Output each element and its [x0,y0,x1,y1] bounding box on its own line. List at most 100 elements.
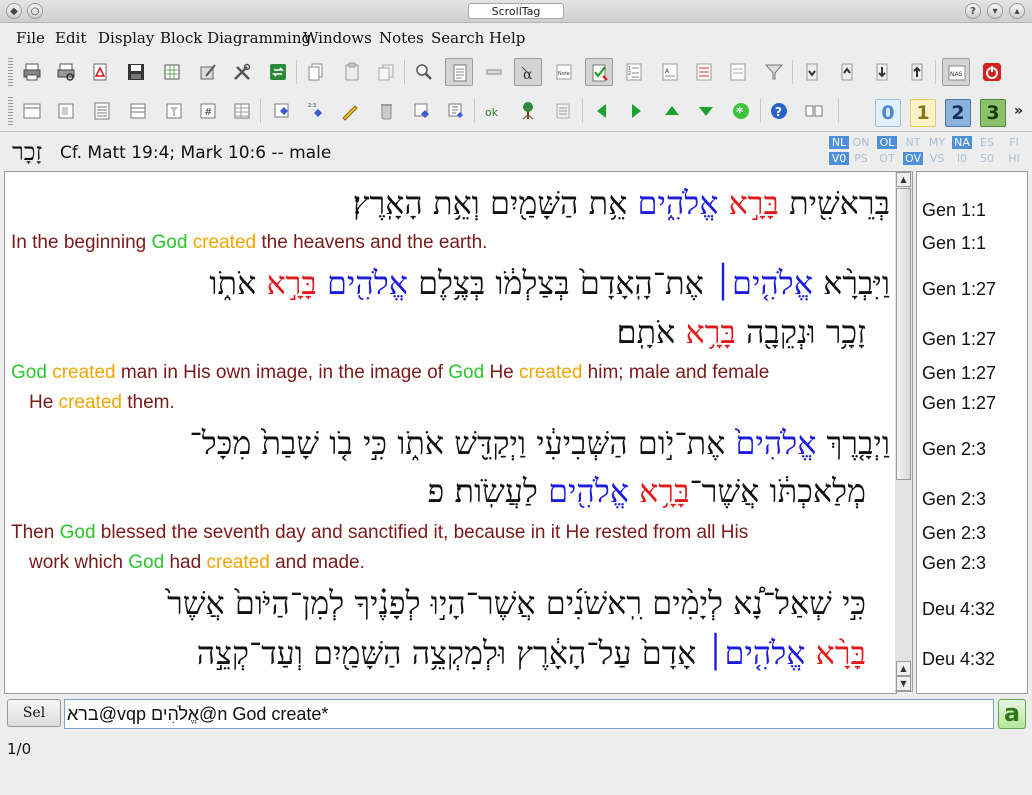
scroll-up-icon[interactable]: ▲ [896,661,911,676]
flag-ps[interactable]: PS [851,152,871,165]
book-icon[interactable] [800,97,828,125]
flag-s0[interactable]: S0 [977,152,997,165]
print-icon[interactable] [18,58,46,86]
page-icon[interactable] [724,58,752,86]
menu-file[interactable]: File [16,29,45,47]
alphabet-icon[interactable]: A [656,58,684,86]
nas-icon[interactable]: NAS [942,58,970,86]
spreadsheet-icon[interactable] [158,58,186,86]
scroll-down-icon[interactable]: ▼ [896,676,911,691]
search-go-button[interactable]: a [998,699,1026,729]
asterisk-icon[interactable]: * [727,97,755,125]
verse-ref[interactable]: Gen 2:3 [922,489,986,510]
elohim-word[interactable]: אֱלֹהִ֑ים [637,184,718,222]
power-icon[interactable] [978,58,1006,86]
note-icon[interactable]: Note [550,58,578,86]
flag-v0[interactable]: V0 [829,152,849,165]
minimize-button[interactable]: ▾ [987,3,1003,19]
zoom-icon[interactable] [410,58,438,86]
flag-ov[interactable]: OV [903,152,923,165]
english-line[interactable]: In the beginning God created the heavens… [11,232,487,254]
flag-my[interactable]: MY [927,136,947,149]
shade-button[interactable]: ○ [27,3,43,19]
sel-button[interactable]: Sel [7,699,61,727]
hebrew-line[interactable]: כִּ֣י שְׁאַל־נָ֠א לְיָמִ֨ים רִֽאשֹׁנִ֜ים… [167,584,866,622]
number-grid-icon[interactable]: # [194,97,222,125]
verse-ref[interactable]: Gen 1:27 [922,279,996,300]
table-view-icon[interactable] [124,97,152,125]
menu-search[interactable]: Search [431,29,484,47]
move-up-icon[interactable] [903,58,931,86]
help-icon[interactable]: ? [765,97,793,125]
tag-hierarchy-icon[interactable] [442,97,470,125]
text-lines-icon[interactable] [549,97,577,125]
copy-icon[interactable] [302,58,330,86]
english-line[interactable]: Then God blessed the seventh day and san… [11,522,748,544]
vertical-scrollbar[interactable]: ▲ ▲ ▼ [895,171,913,692]
verse-ref[interactable]: Gen 2:3 [922,523,986,544]
document-view-icon[interactable] [445,58,473,86]
pdf-export-icon[interactable] [86,58,114,86]
bara-word[interactable]: בָּרָ֣א [729,184,779,222]
save-icon[interactable] [122,58,150,86]
hebrew-line[interactable]: וַיְבָ֤רֶךְ אֱלֹהִים֙ אֶת־יֹ֣ום הַשְּׁבִ… [189,424,890,462]
window-layout-icon[interactable] [18,97,46,125]
elohim-word[interactable]: אֱלֹהִים֙ [735,424,816,462]
flag-ol[interactable]: OL [877,136,897,149]
flag-on[interactable]: ON [851,136,871,149]
move-top-icon[interactable] [833,58,861,86]
bara-word[interactable]: בָּרָ֣א [266,264,316,302]
arrow-right-icon[interactable] [622,97,650,125]
hebrew-line[interactable]: בָּרָ֨א אֱלֹהִ֤ים׀ אָדָם֙ עַל־הָאָ֔רֶץ ו… [197,634,866,672]
menu-help[interactable]: Help [489,29,525,47]
level-3-button[interactable]: 3 [980,99,1006,127]
english-line[interactable]: He created them. [29,392,175,414]
menu-block-diagramming[interactable]: Block Diagramming [160,29,311,47]
bara-word[interactable]: בָּרָ֥א [685,313,735,351]
trash-icon[interactable] [372,97,400,125]
level-2-button[interactable]: 2 [945,99,971,127]
scroll-thumb[interactable] [896,188,911,480]
arrow-down-icon[interactable] [692,97,720,125]
hebrew-line[interactable]: וַיִּבְרָ֨א אֱלֹהִ֤ים׀ אֶת־הָֽאָדָם֙ בְּ… [209,264,890,302]
verse-ref[interactable]: Gen 1:27 [922,329,996,350]
tag-icon[interactable] [268,97,296,125]
flag-fi[interactable]: FI [1004,136,1024,149]
flag-ot[interactable]: OT [877,152,897,165]
font-alpha-icon[interactable]: α [514,58,542,86]
verse-ref[interactable]: Deu 4:32 [922,599,995,620]
english-line[interactable]: God created man in His own image, in the… [11,362,769,384]
flag-nt[interactable]: NT [903,136,923,149]
flag-vs[interactable]: VS [927,152,947,165]
arrow-up-icon[interactable] [658,97,686,125]
menu-windows[interactable]: Windows [303,29,372,47]
window-menu-icon[interactable]: ◆ [6,3,22,19]
menu-edit[interactable]: Edit [55,29,86,47]
menu-notes[interactable]: Notes [379,29,424,47]
line-icon[interactable] [480,58,508,86]
hebrew-line[interactable]: זָכָ֥ר וּנְקֵבָ֖ה בָּרָ֥א אֹתָֽם׃ [617,313,866,351]
paste-icon[interactable] [338,58,366,86]
list-view-icon[interactable] [88,97,116,125]
arrow-left-icon[interactable] [588,97,616,125]
text-pane[interactable]: בְּרֵאשִׁ֖ית בָּרָ֣א אֱלֹהִ֑ים אֵ֥ת הַשָ… [4,171,897,694]
numbered-list-icon[interactable]: 12 [620,58,648,86]
menu-display[interactable]: Display [98,29,154,47]
tree-icon[interactable] [514,97,542,125]
bara-word[interactable]: בָּרָ֥א [639,472,689,510]
verse-check-icon[interactable] [585,58,613,86]
elohim-word[interactable]: אֱלֹהִ֖ים [548,472,629,510]
sync-icon[interactable] [264,58,292,86]
toolbar-overflow-button[interactable]: » [1014,103,1023,119]
search-input[interactable]: ברא@vqp אֱלֹהִים@n God create* [64,699,994,729]
maximize-button[interactable]: ▴ [1009,3,1025,19]
tag-numbered-icon[interactable]: 2:3 [302,97,330,125]
elohim-word[interactable]: אֱלֹהִ֖ים [327,264,408,302]
tools-icon[interactable] [228,58,256,86]
columns-icon[interactable] [228,97,256,125]
level-0-button[interactable]: 0 [875,99,901,127]
level-1-button[interactable]: 1 [910,99,936,127]
pencil-icon[interactable] [336,97,364,125]
verse-ref[interactable]: Deu 4:32 [922,649,995,670]
funnel-icon[interactable] [160,97,188,125]
